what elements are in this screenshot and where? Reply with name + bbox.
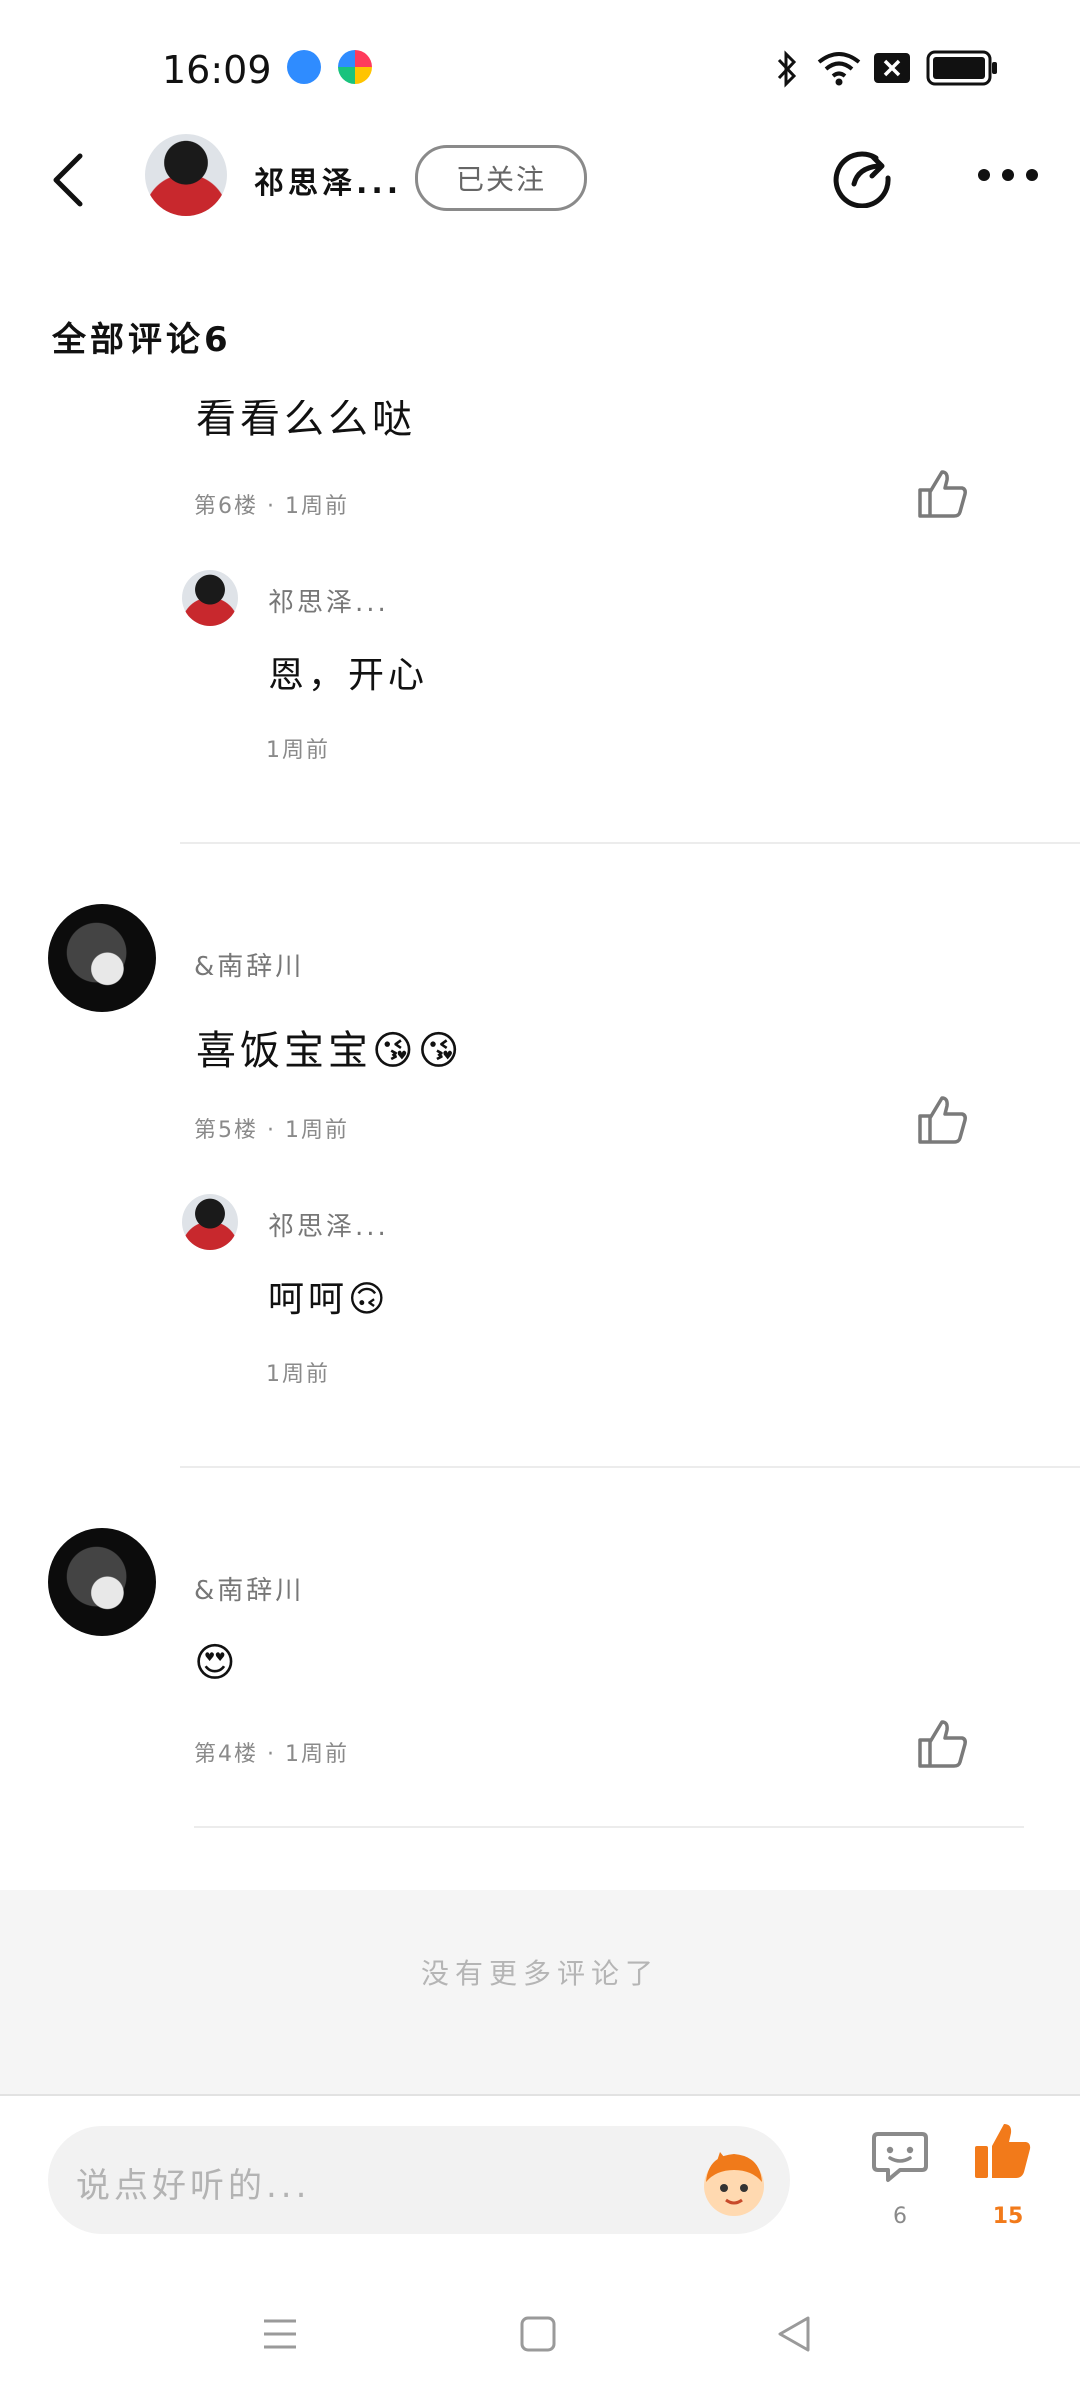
comment-text: 😍	[194, 1640, 240, 1686]
bluetooth-icon	[777, 50, 797, 88]
commenter-avatar[interactable]	[48, 904, 156, 1012]
like-count: 15	[992, 2204, 1024, 2229]
more-icon[interactable]	[976, 163, 1040, 187]
comment-text: 喜饭宝宝😘😘	[196, 1028, 464, 1074]
comment-count: 6	[893, 2204, 907, 2229]
reply-text: 恩，开心	[268, 655, 429, 696]
battery-icon	[926, 50, 997, 86]
divider	[180, 1466, 1080, 1468]
reply-avatar[interactable]	[182, 570, 238, 626]
comment-meta: 第4楼 · 1周前	[194, 1742, 349, 1767]
reply-time: 1周前	[266, 738, 330, 763]
author-avatar[interactable]	[145, 134, 227, 216]
comment-meta: 第5楼 · 1周前	[194, 1118, 349, 1143]
like-filled-icon[interactable]	[972, 2120, 1034, 2182]
like-icon[interactable]	[914, 466, 970, 522]
status-time: 16:09	[162, 48, 272, 92]
follow-button[interactable]: 已关注	[415, 145, 587, 211]
like-icon[interactable]	[914, 1092, 970, 1148]
section-title: 全部评论6	[52, 320, 232, 360]
commenter-avatar[interactable]	[48, 1528, 156, 1636]
comment-meta: 第6楼 · 1周前	[194, 494, 349, 519]
app-notification-icon-2	[338, 50, 372, 84]
divider	[194, 1826, 1024, 1828]
menu-nav-icon[interactable]	[262, 2316, 298, 2352]
commenter-name[interactable]: &南辞川	[194, 1570, 304, 1607]
footer-band	[0, 1890, 1080, 2095]
no-more-comments: 没有更多评论了	[420, 1957, 659, 1990]
comment-6-clip: 看看么么哒	[0, 400, 1080, 438]
reply-time: 1周前	[266, 1362, 330, 1387]
comment-text: 看看么么哒	[196, 400, 416, 438]
comment-input-placeholder: 说点好听的...	[76, 2166, 311, 2206]
back-nav-icon[interactable]	[776, 2314, 812, 2354]
share-icon[interactable]	[832, 144, 896, 208]
sim-error-icon	[874, 53, 910, 83]
back-arrow-icon[interactable]	[48, 152, 88, 208]
mascot-sticker-icon[interactable]	[694, 2142, 774, 2222]
bottom-bar-divider	[0, 2094, 1080, 2096]
comment-icon[interactable]	[870, 2126, 930, 2186]
reply-avatar[interactable]	[182, 1194, 238, 1250]
reply-author[interactable]: 祁思泽...	[268, 582, 389, 619]
wifi-icon	[817, 52, 861, 86]
like-icon[interactable]	[914, 1716, 970, 1772]
reply-author[interactable]: 祁思泽...	[268, 1206, 389, 1243]
reply-text: 呵呵🙃	[268, 1279, 390, 1320]
commenter-name[interactable]: &南辞川	[194, 946, 304, 983]
author-name[interactable]: 祁思泽...	[254, 158, 402, 202]
app-notification-icon	[287, 50, 321, 84]
divider	[180, 842, 1080, 844]
home-nav-icon[interactable]	[520, 2316, 556, 2352]
